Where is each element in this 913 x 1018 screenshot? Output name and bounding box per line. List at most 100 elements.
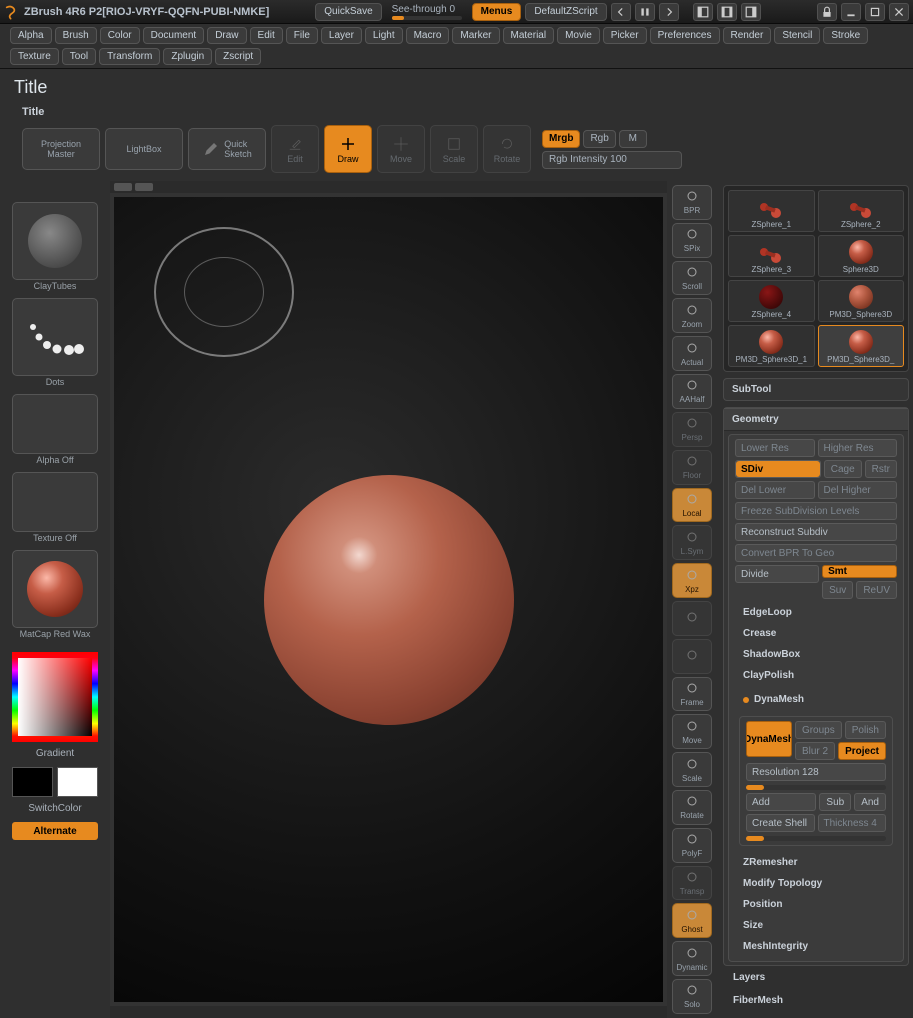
geometry-hd-section[interactable]: Geometry HD [723,1012,909,1018]
menu-stencil[interactable]: Stencil [774,27,820,44]
dock-right-icon[interactable] [741,3,761,21]
default-zscript-button[interactable]: DefaultZScript [525,3,606,21]
vp-scroll-button[interactable]: Scroll [672,261,712,296]
del-lower-button[interactable]: Del Lower [735,481,815,499]
menu-zscript[interactable]: Zscript [215,48,261,65]
position-header[interactable]: Position [735,894,897,915]
switch-color-button[interactable]: SwitchColor [5,803,105,814]
dock-both-icon[interactable] [717,3,737,21]
groups-button[interactable]: Groups [795,721,842,739]
smt-button[interactable]: Smt [822,565,897,578]
and-button[interactable]: And [854,793,886,811]
add-button[interactable]: Add [746,793,816,811]
tool-zsphere_2[interactable]: ZSphere_2 [818,190,905,232]
vp-transp-button[interactable]: Transp [672,866,712,901]
lightbox-button[interactable]: LightBox [105,128,183,170]
vp-frame-button[interactable]: Frame [672,677,712,712]
menu-transform[interactable]: Transform [99,48,160,65]
menu-texture[interactable]: Texture [10,48,59,65]
menu-macro[interactable]: Macro [406,27,450,44]
create-shell-button[interactable]: Create Shell [746,814,815,832]
crease-header[interactable]: Crease [735,623,897,644]
mrgb-button[interactable]: Mrgb [542,130,580,148]
swatch-secondary[interactable] [57,767,98,797]
history-prev-icon[interactable] [611,3,631,21]
modify-topology-header[interactable]: Modify Topology [735,873,897,894]
swatch-main[interactable] [12,767,53,797]
tool-zsphere_4[interactable]: ZSphere_4 [728,280,815,322]
vp-aahalf-button[interactable]: AAHalf [672,374,712,409]
menu-material[interactable]: Material [503,27,555,44]
layers-section[interactable]: Layers [723,966,909,989]
cage-button[interactable]: Cage [824,460,862,478]
viewport-canvas[interactable] [114,197,663,1002]
menu-picker[interactable]: Picker [603,27,647,44]
vp-scale-button[interactable]: Scale [672,752,712,787]
suv-button[interactable]: Suv [822,581,853,599]
geometry-header[interactable]: Geometry [724,408,908,431]
history-next-icon[interactable] [659,3,679,21]
menu-movie[interactable]: Movie [557,27,600,44]
alpha-thumb[interactable]: Alpha Off [12,394,98,454]
menu-preferences[interactable]: Preferences [650,27,720,44]
vp-move-button[interactable]: Move [672,714,712,749]
vp-l-sym-button[interactable]: L.Sym [672,525,712,560]
menu-tool[interactable]: Tool [62,48,96,65]
convert-bpr-button[interactable]: Convert BPR To Geo [735,544,897,562]
vp-dynamic-button[interactable]: Dynamic [672,941,712,976]
menu-light[interactable]: Light [365,27,403,44]
tool-sphere3d[interactable]: Sphere3D [818,235,905,277]
zremesher-header[interactable]: ZRemesher [735,852,897,873]
color-picker[interactable] [12,652,98,742]
vp-solo-button[interactable]: Solo [672,979,712,1014]
shadowbox-header[interactable]: ShadowBox [735,644,897,665]
menu-marker[interactable]: Marker [452,27,499,44]
vp-persp-button[interactable]: Persp [672,412,712,447]
stroke-thumb[interactable]: Dots [12,298,98,376]
reconstruct-subdiv-button[interactable]: Reconstruct Subdiv [735,523,897,541]
history-bar-icon[interactable] [635,3,655,21]
tool-pm3d_sphere3d_[interactable]: PM3D_Sphere3D_ [818,325,905,367]
project-button[interactable]: Project [838,742,886,760]
resolution-slider[interactable]: Resolution 128 [746,763,886,781]
sdiv-slider[interactable]: SDiv [735,460,821,478]
material-thumb[interactable]: MatCap Red Wax [12,550,98,628]
texture-thumb[interactable]: Texture Off [12,472,98,532]
vp-blank-button[interactable] [672,639,712,674]
vp-bpr-button[interactable]: BPR [672,185,712,220]
menu-document[interactable]: Document [143,27,205,44]
menu-file[interactable]: File [286,27,318,44]
menu-render[interactable]: Render [723,27,772,44]
rstr-button[interactable]: Rstr [865,460,897,478]
lock-icon[interactable] [817,3,837,21]
dynamesh-button[interactable]: DynaMesh [746,721,792,757]
vp-floor-button[interactable]: Floor [672,450,712,485]
vp-zoom-button[interactable]: Zoom [672,298,712,333]
size-header[interactable]: Size [735,915,897,936]
vp-rotate-button[interactable]: Rotate [672,790,712,825]
minimize-icon[interactable] [841,3,861,21]
rgb-button[interactable]: Rgb [583,130,615,148]
lower-res-button[interactable]: Lower Res [735,439,815,457]
tool-pm3d_sphere3d_1[interactable]: PM3D_Sphere3D_1 [728,325,815,367]
tool-pm3d_sphere3d[interactable]: PM3D_Sphere3D [818,280,905,322]
close-icon[interactable] [889,3,909,21]
higher-res-button[interactable]: Higher Res [818,439,898,457]
quicksave-button[interactable]: QuickSave [315,3,381,21]
dock-left-icon[interactable] [693,3,713,21]
subtool-header[interactable]: SubTool [724,379,908,400]
sub-button[interactable]: Sub [819,793,851,811]
rgb-intensity-slider[interactable]: Rgb Intensity 100 [542,151,682,169]
menus-button[interactable]: Menus [472,3,522,21]
brush-thumb[interactable]: ClayTubes [12,202,98,280]
menu-zplugin[interactable]: Zplugin [163,48,212,65]
edgeloop-header[interactable]: EdgeLoop [735,602,897,623]
vp-blank-button[interactable] [672,601,712,636]
fibermesh-section[interactable]: FiberMesh [723,989,909,1012]
vp-actual-button[interactable]: Actual [672,336,712,371]
dynamesh-header[interactable]: DynaMesh [735,689,897,710]
polish-button[interactable]: Polish [845,721,886,739]
vp-spix-button[interactable]: SPix [672,223,712,258]
freeze-subdiv-button[interactable]: Freeze SubDivision Levels [735,502,897,520]
move-button[interactable]: Move [377,125,425,173]
